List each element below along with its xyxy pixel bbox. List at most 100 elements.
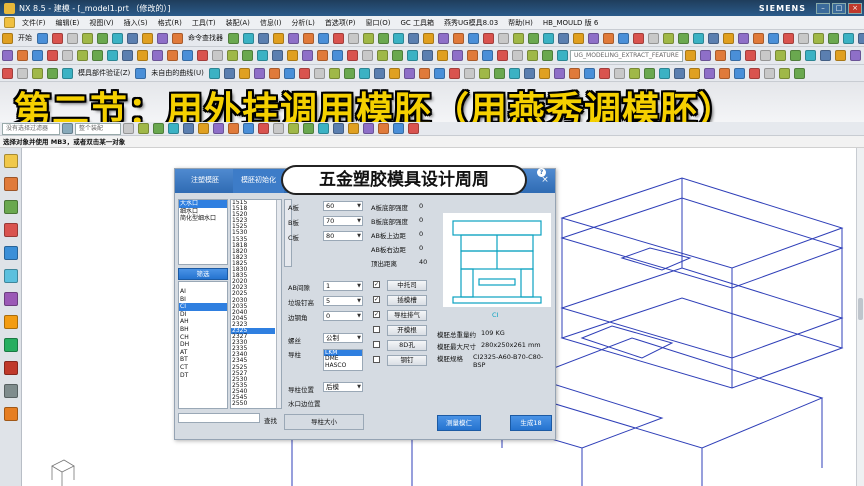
toolbar-tool-icon[interactable] — [643, 67, 655, 79]
scroll-thumb[interactable] — [858, 298, 863, 320]
toolbar-tool-icon[interactable] — [127, 32, 138, 44]
toolbar-tool-icon[interactable] — [738, 32, 749, 44]
toolbar-tool-icon[interactable] — [703, 67, 715, 79]
toolbar-tool-icon[interactable] — [168, 123, 179, 134]
toolbar-tool-icon[interactable] — [542, 50, 553, 61]
toolbar-tool-icon[interactable] — [238, 67, 250, 79]
toolbar-tool-icon[interactable] — [523, 67, 535, 79]
toolbar-tool-icon[interactable] — [243, 123, 254, 134]
toolbar-tool-icon[interactable] — [527, 50, 538, 61]
toolbar-tool-icon[interactable] — [603, 32, 614, 44]
toolbar-tool-icon[interactable] — [804, 50, 816, 61]
system-materials-icon[interactable] — [4, 315, 18, 329]
type-filter-combo[interactable]: 没有选择过滤器 — [2, 122, 60, 135]
toolbar-tool-icon[interactable] — [122, 50, 133, 61]
toolbar-tool-icon[interactable] — [482, 50, 493, 61]
toolbar-tool-icon[interactable] — [598, 67, 610, 79]
toolbar-tool-icon[interactable] — [142, 32, 153, 44]
toolbar-tool-icon[interactable] — [288, 32, 299, 44]
toolbar-tool-icon[interactable] — [568, 67, 580, 79]
toolbar-tool-icon[interactable] — [553, 67, 565, 79]
toolbar-tool-icon[interactable] — [283, 67, 295, 79]
toolbar-tool-icon[interactable] — [167, 50, 178, 61]
toolbar-tool-icon[interactable] — [242, 50, 253, 61]
menu-item[interactable]: 信息(I) — [255, 18, 287, 28]
toolbar-tool-icon[interactable] — [333, 32, 344, 44]
graphics-scrollbar[interactable] — [856, 148, 864, 486]
toolbar-tool-icon[interactable] — [723, 32, 734, 44]
toolbar-tool-icon[interactable] — [493, 67, 505, 79]
hd3d-tools-icon[interactable] — [4, 246, 18, 260]
process-studio-icon[interactable] — [4, 338, 18, 352]
wall-param-value[interactable]: 0 — [419, 230, 423, 238]
toolbar-tool-icon[interactable] — [157, 32, 168, 44]
toolbar-tool-icon[interactable] — [423, 32, 434, 44]
toolbar-tool-icon[interactable] — [303, 123, 314, 134]
scope-combo[interactable]: 整个装配 — [75, 122, 121, 135]
toolbar-tool-icon[interactable] — [107, 50, 118, 61]
toolbar-tool-icon[interactable] — [538, 67, 550, 79]
series-list-item[interactable]: 大水口 — [179, 200, 227, 208]
toolbar-tool-icon[interactable] — [47, 67, 58, 79]
type-list-item[interactable]: AH — [179, 318, 227, 326]
toolbar-tool-icon[interactable] — [748, 67, 760, 79]
toolbar-tool-icon[interactable] — [363, 123, 374, 134]
option-button[interactable]: 导柱排气 — [387, 310, 427, 321]
toolbar-tool-icon[interactable] — [333, 123, 344, 134]
toolbar-tool-icon[interactable] — [62, 67, 73, 79]
toolbar-tool-icon[interactable] — [699, 50, 711, 61]
toolbar-tool-icon[interactable] — [813, 32, 824, 44]
toolbar-tool-icon[interactable] — [228, 123, 239, 134]
toolbar-tool-icon[interactable] — [463, 67, 475, 79]
toolbar-tool-icon[interactable] — [318, 32, 329, 44]
toolbar-tool-icon[interactable] — [37, 32, 48, 44]
plate-thickness-dropdown[interactable]: 80 ▼ — [323, 231, 363, 241]
plate-thickness-dropdown[interactable]: 60 ▼ — [323, 201, 363, 211]
toolbar-tool-icon[interactable] — [268, 67, 280, 79]
toolbar-tool-icon[interactable] — [498, 32, 509, 44]
search-button[interactable]: 查找 — [264, 415, 277, 425]
toolbar-tool-icon[interactable] — [438, 32, 449, 44]
toolbar-tool-icon[interactable] — [744, 50, 756, 61]
toolbar-tool-icon[interactable] — [648, 32, 659, 44]
toolbar-tool-icon[interactable] — [273, 32, 284, 44]
type-list-item[interactable]: BI — [179, 296, 227, 304]
toolbar-tool-icon[interactable] — [693, 32, 704, 44]
type-list-item[interactable]: DT — [179, 372, 227, 380]
toolbar-tool-icon[interactable] — [453, 32, 464, 44]
tab-moldbase-init[interactable]: 模胚初始化 — [233, 169, 284, 193]
filter-button[interactable]: 筛选 — [178, 268, 228, 280]
toolbar-tool-icon[interactable] — [183, 123, 194, 134]
gap-param-dropdown[interactable]: 0 ▼ — [323, 311, 363, 321]
toolbar-tool-icon[interactable] — [328, 67, 340, 79]
type-list-item[interactable]: DI — [179, 311, 227, 319]
type-list-item[interactable]: BT — [179, 356, 227, 364]
menu-item[interactable]: 工具(T) — [187, 18, 221, 28]
toolbar-tool-icon[interactable] — [573, 32, 584, 44]
toolbar-tool-icon[interactable] — [258, 123, 269, 134]
menu-item[interactable]: 窗口(O) — [361, 18, 396, 28]
toolbar-tool-icon[interactable] — [348, 32, 359, 44]
toolbar-tool-icon[interactable] — [403, 67, 415, 79]
menu-item[interactable]: 文件(F) — [17, 18, 51, 28]
plate-thickness-dropdown[interactable]: 70 ▼ — [323, 216, 363, 226]
option-checkbox[interactable]: ✓ — [373, 311, 380, 318]
toolbar-tool-icon[interactable] — [418, 67, 430, 79]
wall-param-value[interactable]: 0 — [419, 202, 423, 210]
menu-item[interactable]: 编辑(E) — [51, 18, 85, 28]
dialog-close-icon[interactable]: × — [539, 174, 551, 186]
toolbar-tool-icon[interactable] — [313, 67, 325, 79]
toolbar-tool-icon[interactable] — [708, 32, 719, 44]
toolbar-tool-icon[interactable] — [819, 50, 831, 61]
toolbar-tool-icon[interactable] — [628, 67, 640, 79]
toolbar-tool-icon[interactable] — [483, 32, 494, 44]
toolbar-tool-icon[interactable] — [378, 32, 389, 44]
toolbar-tool-icon[interactable] — [408, 32, 419, 44]
toolbar-tool-icon[interactable] — [583, 67, 595, 79]
close-window-button[interactable]: × — [848, 2, 862, 14]
toolbar-tool-icon[interactable] — [273, 123, 284, 134]
toolbar-tool-icon[interactable] — [497, 50, 508, 61]
menu-item[interactable]: 分析(L) — [286, 18, 319, 28]
wall-param-value[interactable]: 0 — [419, 216, 423, 224]
toolbar-tool-icon[interactable] — [253, 67, 265, 79]
